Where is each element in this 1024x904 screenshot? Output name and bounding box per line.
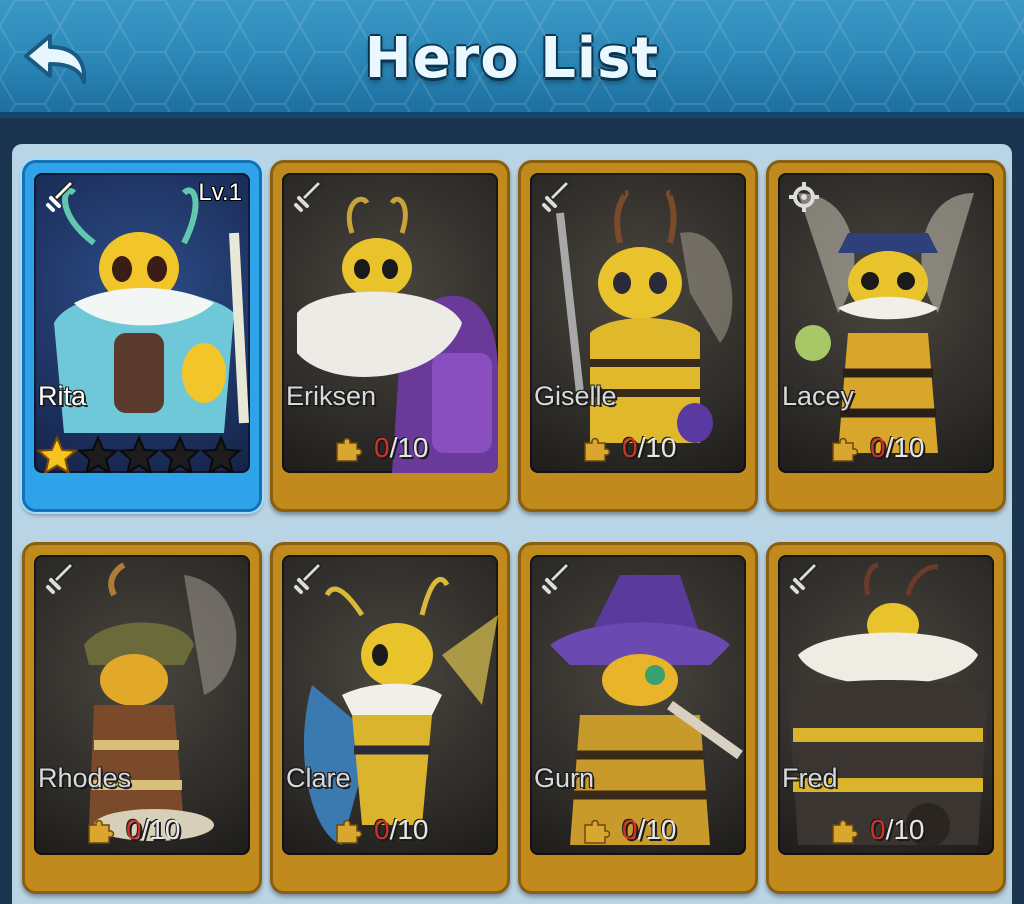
hero-level: Lv.1 [198, 179, 242, 206]
hero-name: Giselle [534, 381, 617, 411]
shard-current: 0 [870, 814, 886, 845]
sword-icon [46, 563, 75, 594]
shard-counter: 0/10 [830, 813, 925, 847]
shard-max: /10 [637, 432, 677, 463]
hero-card-fred[interactable]: Fred 0/10 [766, 542, 1006, 894]
hero-figure-fred [788, 562, 988, 847]
hero-card-giselle[interactable]: Giselle 0/10 [518, 160, 758, 512]
sword-icon [294, 563, 323, 594]
shard-max: /10 [885, 814, 925, 845]
hero-portrait: Giselle 0/10 [530, 173, 746, 473]
hero-portrait: Clare 0/10 [282, 555, 498, 855]
hero-figure-rhodes [84, 562, 237, 841]
hero-portrait: Gurn 0/10 [530, 555, 746, 855]
sword-icon [542, 563, 571, 594]
page-title: Hero List [364, 26, 660, 91]
hero-name: Eriksen [286, 381, 377, 411]
puzzle-piece-icon [88, 819, 115, 844]
hero-figure-eriksen [297, 196, 498, 473]
shard-current: 0 [622, 814, 638, 845]
hero-grid: Lv.1 Rita Eriksen 0 /10 Giselle 0 /10 La… [12, 144, 1012, 904]
shard-counter: 0/10 [830, 431, 925, 465]
hero-portrait: Lv.1 Rita [34, 173, 250, 473]
hero-figure-clare [303, 577, 498, 845]
top-bar: Hero List [0, 0, 1024, 118]
puzzle-piece-icon [832, 819, 859, 844]
star-empty-icon [118, 435, 160, 473]
hero-card-gurn[interactable]: Gurn 0/10 [518, 542, 758, 894]
sword-icon [294, 181, 323, 212]
hero-card-rhodes[interactable]: Rhodes 0/10 [22, 542, 262, 894]
shard-max: /10 [389, 432, 429, 463]
hero-card-lacey[interactable]: Lacey 0/10 [766, 160, 1006, 512]
hero-card-eriksen[interactable]: Eriksen 0/10 [270, 160, 510, 512]
hero-portrait: Lacey 0/10 [778, 173, 994, 473]
hero-name: Clare [286, 763, 351, 793]
star-empty-icon [77, 435, 119, 473]
shard-counter: 0/10 [582, 431, 677, 465]
shard-current: 0 [622, 432, 638, 463]
hero-figure-lacey [795, 193, 974, 453]
hero-portrait: Fred 0/10 [778, 555, 994, 855]
hero-name: Rhodes [38, 763, 132, 793]
shard-counter: 0/10 [334, 813, 429, 847]
hero-figure-gurn [550, 575, 743, 845]
hero-name: Fred [782, 763, 838, 793]
hero-card-rita[interactable]: Lv.1 Rita [22, 160, 262, 512]
sword-icon [790, 563, 819, 594]
hero-name: Lacey [782, 381, 855, 411]
shard-max: /10 [637, 814, 677, 845]
hero-portrait: Rhodes 0/10 [34, 555, 250, 855]
hero-portrait: Eriksen 0/10 [282, 173, 498, 473]
shard-counter: 0/10 [334, 431, 429, 465]
hero-name: Rita [38, 381, 87, 411]
header-divider [0, 118, 1024, 140]
shard-current: 0 [126, 814, 142, 845]
hero-figure-rita [54, 187, 249, 433]
star-rating [36, 435, 242, 473]
star-filled-icon [36, 435, 78, 473]
gear-icon [789, 182, 819, 212]
sword-icon [542, 181, 571, 212]
shard-max: /10 [389, 814, 429, 845]
hero-figure-giselle [556, 190, 733, 443]
shard-counter: 0/10 [86, 813, 181, 847]
shard-counter: 0/10 [582, 813, 677, 847]
star-empty-icon [159, 435, 201, 473]
star-empty-icon [200, 435, 242, 473]
hero-card-clare[interactable]: Clare 0/10 [270, 542, 510, 894]
puzzle-piece-icon [584, 437, 611, 462]
shard-current: 0 [870, 432, 886, 463]
hero-name: Gurn [534, 763, 595, 793]
puzzle-piece-icon [832, 437, 859, 462]
shard-current: 0 [374, 814, 390, 845]
puzzle-piece-icon [336, 819, 363, 844]
shard-max: /10 [141, 814, 181, 845]
puzzle-piece-icon [584, 819, 611, 844]
sword-icon [46, 181, 75, 212]
puzzle-piece-icon [336, 437, 363, 462]
shard-current: 0 [374, 432, 390, 463]
shard-max: /10 [885, 432, 925, 463]
